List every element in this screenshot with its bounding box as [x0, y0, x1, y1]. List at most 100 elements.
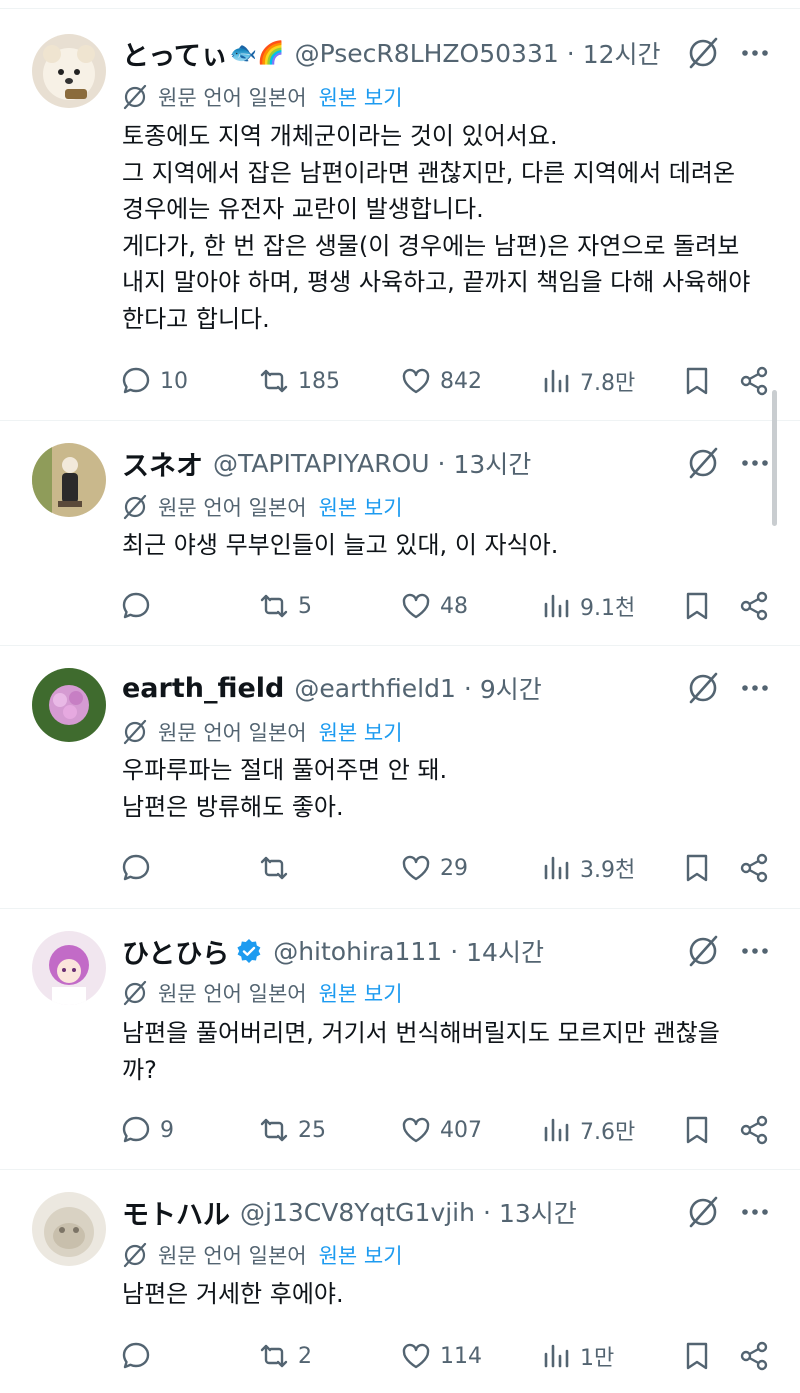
views-button[interactable]: 1만 — [540, 1338, 614, 1374]
bookmark-icon[interactable] — [682, 365, 712, 397]
more-icon[interactable] — [740, 1195, 770, 1229]
timestamp[interactable]: 14시간 — [466, 933, 544, 969]
user-handle[interactable]: @TAPITAPIYAROU — [213, 449, 430, 478]
bookmark-icon[interactable] — [682, 852, 712, 884]
grok-icon[interactable] — [686, 36, 720, 70]
like-button[interactable]: 842 — [400, 363, 482, 399]
retweet-count: 2 — [298, 1343, 312, 1369]
reply-button[interactable] — [120, 588, 160, 624]
user-handle[interactable]: @earthfield1 — [294, 674, 455, 703]
like-icon — [402, 593, 430, 619]
view-original-link[interactable]: 원본 보기 — [319, 717, 403, 747]
share-icon[interactable] — [738, 1340, 770, 1372]
like-button[interactable]: 114 — [400, 1338, 482, 1374]
separator-dot: · — [566, 38, 575, 68]
views-icon — [544, 856, 569, 880]
tweet[interactable]: earth_field @earthfield1 · 9시간 원문 언어 일본어… — [0, 646, 800, 909]
user-handle[interactable]: @hitohira111 — [273, 937, 442, 966]
views-count: 1만 — [580, 1346, 615, 1371]
tweet-header: スネオ @TAPITAPIYAROU · 13시간 — [122, 444, 532, 483]
share-icon[interactable] — [738, 365, 770, 397]
view-original-link[interactable]: 원본 보기 — [319, 492, 403, 522]
views-button[interactable]: 3.9천 — [540, 850, 635, 886]
share-icon[interactable] — [738, 852, 770, 884]
retweet-button[interactable]: 185 — [258, 363, 340, 399]
reply-button[interactable] — [120, 850, 160, 886]
text-line: 우파루파는 절대 풀어주면 안 돼. — [122, 756, 448, 784]
bookmark-icon[interactable] — [682, 1114, 712, 1146]
avatar[interactable] — [32, 931, 106, 1005]
avatar[interactable] — [32, 443, 106, 517]
avatar[interactable] — [32, 34, 106, 108]
display-name[interactable]: モトハル — [122, 1193, 230, 1232]
tweet[interactable]: モトハル @j13CV8YqtG1vjih · 13시간 원문 언어 일본어 원… — [0, 1170, 800, 1393]
views-icon — [544, 594, 569, 618]
tweet[interactable]: とってぃ 🐟🌈 @PsecR8LHZO50331 · 12시간 원문 언어 일본… — [0, 8, 800, 421]
timestamp[interactable]: 12시간 — [583, 35, 661, 71]
timestamp[interactable]: 13시간 — [454, 445, 532, 481]
retweet-button[interactable] — [258, 850, 298, 886]
like-button[interactable]: 29 — [400, 850, 468, 886]
translate-icon — [123, 84, 147, 110]
like-icon — [402, 1343, 430, 1369]
tweet[interactable]: スネオ @TAPITAPIYAROU · 13시간 원문 언어 일본어 원본 보… — [0, 421, 800, 646]
view-original-link[interactable]: 원본 보기 — [319, 978, 403, 1008]
more-icon[interactable] — [740, 934, 770, 968]
more-icon[interactable] — [740, 36, 770, 70]
grok-icon[interactable] — [686, 1195, 720, 1229]
tweet[interactable]: ひとひら @hitohira111 · 14시간 원문 언어 일본어 원본 보기… — [0, 909, 800, 1170]
views-button[interactable]: 7.8만 — [540, 363, 635, 399]
bookmark-icon[interactable] — [682, 590, 712, 622]
text-line: 경우에는 유전자 교란이 발생합니다. — [122, 195, 484, 223]
retweet-count: 5 — [298, 593, 312, 619]
views-button[interactable]: 9.1천 — [540, 588, 635, 624]
reply-button[interactable] — [120, 1338, 160, 1374]
user-handle[interactable]: @PsecR8LHZO50331 — [295, 39, 559, 68]
display-name[interactable]: ひとひら — [122, 932, 229, 971]
like-button[interactable]: 48 — [400, 588, 468, 624]
avatar[interactable] — [32, 1192, 106, 1266]
avatar[interactable] — [32, 668, 106, 742]
tweet-text: 토종에도 지역 개체군이라는 것이 있어서요. 그 지역에서 잡은 남편이라면 … — [122, 118, 772, 337]
grok-icon[interactable] — [686, 446, 720, 480]
verified-badge-icon[interactable] — [235, 937, 263, 965]
translation-notice: 원문 언어 일본어 원본 보기 — [122, 1239, 403, 1271]
like-icon — [402, 368, 430, 394]
display-name[interactable]: とってぃ — [122, 34, 228, 73]
grok-icon[interactable] — [686, 934, 720, 968]
text-line: 남편을 풀어버리면, 거기서 번식해버릴지도 모르지만 괜찮을 — [122, 1019, 720, 1047]
retweet-count: 185 — [298, 368, 340, 394]
like-icon — [402, 855, 430, 881]
like-button[interactable]: 407 — [400, 1112, 482, 1148]
retweet-button[interactable]: 5 — [258, 588, 312, 624]
bookmark-icon[interactable] — [682, 1340, 712, 1372]
separator-dot: · — [450, 936, 459, 966]
reply-button[interactable]: 10 — [120, 363, 188, 399]
more-icon[interactable] — [740, 446, 770, 480]
retweet-count: 25 — [298, 1117, 326, 1143]
user-handle[interactable]: @j13CV8YqtG1vjih — [240, 1198, 475, 1227]
translation-notice: 원문 언어 일본어 원본 보기 — [122, 716, 403, 748]
view-original-link[interactable]: 원본 보기 — [319, 1240, 403, 1270]
scrollbar[interactable] — [772, 390, 777, 526]
text-line: 토종에도 지역 개체군이라는 것이 있어서요. — [122, 122, 558, 150]
share-icon[interactable] — [738, 1114, 770, 1146]
retweet-button[interactable]: 2 — [258, 1338, 312, 1374]
tweet-text: 우파루파는 절대 풀어주면 안 돼. 남편은 방류해도 좋아. — [122, 752, 772, 825]
retweet-button[interactable]: 25 — [258, 1112, 326, 1148]
share-icon[interactable] — [738, 590, 770, 622]
retweet-icon — [260, 369, 288, 393]
text-line: 게다가, 한 번 잡은 생물(이 경우에는 남편)은 자연으로 돌려보 — [122, 231, 740, 260]
reply-button[interactable]: 9 — [120, 1112, 174, 1148]
timestamp[interactable]: 13시간 — [499, 1194, 577, 1230]
reply-icon — [122, 367, 150, 394]
views-button[interactable]: 7.6만 — [540, 1112, 635, 1148]
display-name[interactable]: スネオ — [122, 444, 203, 483]
more-icon[interactable] — [740, 671, 770, 705]
display-name[interactable]: earth_field — [122, 673, 284, 704]
text-line: 최근 야생 무부인들이 늘고 있대, 이 자식아. — [122, 531, 559, 559]
translate-icon — [123, 494, 147, 520]
grok-icon[interactable] — [686, 671, 720, 705]
timestamp[interactable]: 9시간 — [480, 670, 542, 706]
view-original-link[interactable]: 원본 보기 — [319, 82, 403, 112]
